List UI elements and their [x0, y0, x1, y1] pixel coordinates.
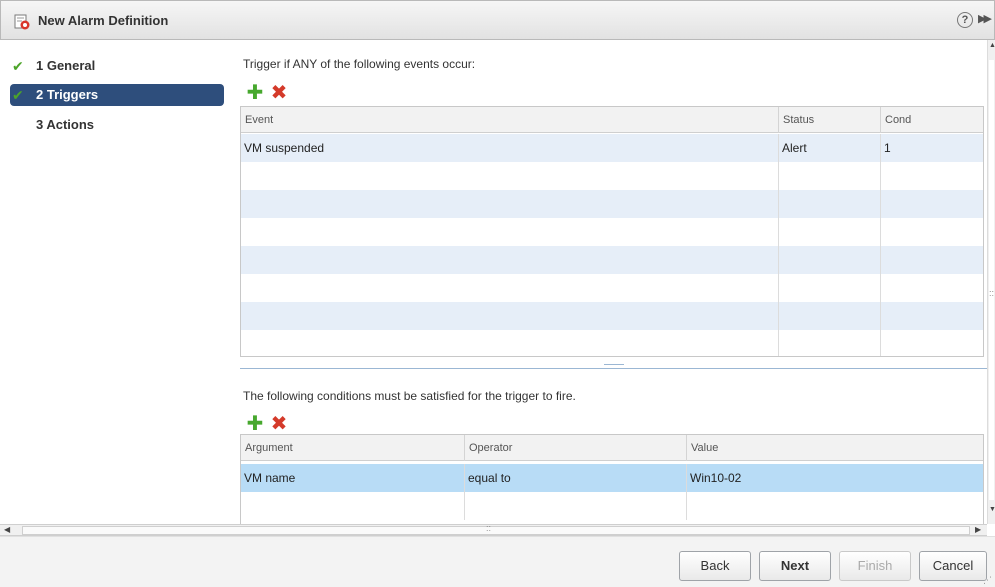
scroll-grip-icon: :: [486, 523, 492, 533]
conditions-heading: The following conditions must be satisfi… [243, 389, 576, 403]
event-cell [241, 246, 779, 274]
table-row[interactable]: VM suspended Alert 1 [241, 134, 983, 162]
event-cell [241, 302, 779, 330]
dialog-footer: Back Next Finish Cancel [0, 536, 995, 587]
help-icon[interactable]: ? [957, 12, 973, 28]
back-button[interactable]: Back [679, 551, 751, 581]
table-row[interactable] [241, 162, 983, 190]
status-cell [779, 190, 881, 218]
scroll-down-icon[interactable]: ▼ [989, 506, 995, 513]
cond-cell: 1 [884, 141, 891, 155]
scrollbar-thumb[interactable] [989, 60, 994, 500]
scroll-grip-icon: :: [989, 288, 995, 298]
table-row[interactable]: VM name equal to Win10-02 [241, 464, 983, 492]
scroll-up-icon[interactable]: ▲ [989, 42, 995, 49]
table-row[interactable] [241, 492, 983, 520]
operator-cell: equal to [465, 464, 687, 492]
nav-item-actions[interactable]: 3 Actions [10, 114, 224, 136]
operator-cell [465, 492, 687, 520]
triggers-table: Event Status Cond VM suspended Alert 1 [240, 106, 984, 357]
resize-grip-icon[interactable]: ⋰ [983, 575, 992, 586]
nav-item-triggers[interactable]: ✔ 2 Triggers [10, 84, 224, 106]
add-trigger-icon[interactable]: ✚ [246, 83, 264, 103]
status-cell [779, 302, 881, 330]
table-row[interactable] [241, 218, 983, 246]
table-row[interactable] [241, 302, 983, 330]
column-header-event[interactable]: Event [241, 107, 779, 133]
nav-item-label: 1 General [36, 58, 96, 73]
status-cell [779, 274, 881, 302]
check-icon: ✔ [12, 87, 24, 103]
nav-item-general[interactable]: ✔ 1 General [10, 55, 224, 77]
status-cell [779, 246, 881, 274]
status-cell: Alert [779, 134, 881, 162]
delete-trigger-icon[interactable]: ✖ [270, 83, 288, 103]
splitter-grip-icon[interactable] [604, 364, 624, 369]
status-cell [779, 330, 881, 356]
value-cell: Win10-02 [690, 471, 742, 485]
column-header-value[interactable]: Value [687, 435, 983, 461]
cancel-button[interactable]: Cancel [919, 551, 987, 581]
status-cell [779, 162, 881, 190]
dialog-title: New Alarm Definition [38, 13, 169, 28]
scroll-right-icon[interactable]: ▶ [975, 525, 981, 534]
scrollbar-thumb[interactable] [22, 526, 970, 535]
scroll-left-icon[interactable]: ◀ [4, 525, 10, 534]
conditions-toolbar: ✚ ✖ [246, 414, 296, 434]
argument-cell: VM name [241, 464, 465, 492]
table-header: Event Status Cond [241, 107, 983, 133]
conditions-table: Argument Operator Value VM name equal to… [240, 434, 984, 524]
column-header-operator[interactable]: Operator [465, 435, 687, 461]
status-cell [779, 218, 881, 246]
column-header-status[interactable]: Status [779, 107, 881, 133]
dialog-title-bar: New Alarm Definition ? ▶▶ [0, 0, 995, 40]
event-cell [241, 218, 779, 246]
delete-condition-icon[interactable]: ✖ [270, 414, 288, 434]
nav-item-label: 3 Actions [36, 117, 95, 132]
finish-button: Finish [839, 551, 911, 581]
table-row[interactable] [241, 246, 983, 274]
table-row[interactable] [241, 274, 983, 302]
event-cell [241, 162, 779, 190]
column-header-cond[interactable]: Cond [881, 107, 983, 133]
column-header-argument[interactable]: Argument [241, 435, 465, 461]
argument-cell [241, 492, 465, 520]
event-cell [241, 330, 779, 356]
triggers-toolbar: ✚ ✖ [246, 83, 296, 103]
next-button[interactable]: Next [759, 551, 831, 581]
event-cell [241, 190, 779, 218]
nav-item-label: 2 Triggers [36, 87, 99, 102]
vertical-scrollbar[interactable]: ▲ :: ▼ [987, 40, 995, 524]
add-condition-icon[interactable]: ✚ [246, 414, 264, 434]
check-icon: ✔ [12, 58, 24, 74]
event-cell [241, 274, 779, 302]
event-cell: VM suspended [241, 134, 779, 162]
alarm-definition-icon [14, 14, 30, 30]
triggers-heading: Trigger if ANY of the following events o… [243, 57, 476, 71]
table-row[interactable] [241, 190, 983, 218]
table-header: Argument Operator Value [241, 435, 983, 461]
wizard-steps-nav: ✔ 1 General ✔ 2 Triggers 3 Actions [0, 40, 230, 524]
table-row[interactable] [241, 330, 983, 356]
triggers-panel: Trigger if ANY of the following events o… [230, 40, 987, 524]
expand-icon[interactable]: ▶▶ [978, 12, 992, 25]
horizontal-scrollbar[interactable]: ◀ :: ▶ [0, 523, 987, 536]
